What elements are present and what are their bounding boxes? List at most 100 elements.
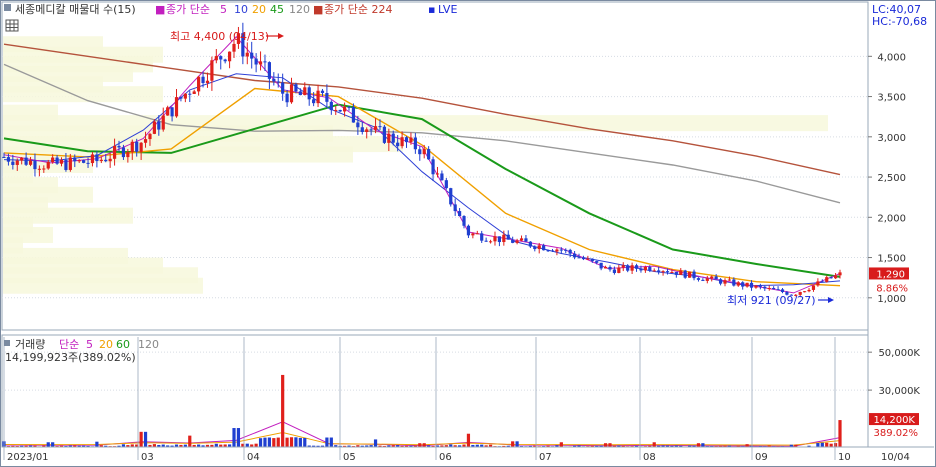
volume-bar [267,437,271,447]
candle-body [453,204,457,212]
x-tick-label: 2023/01 [7,452,49,463]
volume-bar [373,439,378,447]
volume-bar [559,442,563,447]
candle-body [648,266,652,271]
candle-body [2,156,6,158]
volume-bar [696,443,701,447]
ma-120: 120 [289,3,310,16]
stock-chart[interactable]: 4,000 3,500 3,000 2,500 2,000 1,500 1,000 1,290… [0,0,936,467]
candle-body [329,101,333,111]
volume-bar [289,437,294,447]
lve-label: LVE [438,3,457,16]
candle-body [630,265,634,271]
candle-body [568,249,572,254]
volume-bar [701,443,705,447]
volume-bar [188,435,192,447]
candle-body [617,267,621,273]
candle-body [307,87,311,100]
candle-body [356,122,360,128]
x-tick-label: 03 [141,452,154,463]
x-tick-label: 05 [343,452,356,463]
candle-body [179,97,183,99]
vol-ma-60: 60 [116,338,130,351]
candle-body [661,271,665,273]
candle-body [811,285,816,290]
candle-body [188,93,192,95]
candle-body [108,158,112,162]
candle-body [488,241,493,243]
volume-bar [820,442,824,447]
volume-bar [143,431,148,447]
candle-body [683,270,687,278]
candle-body [82,160,86,163]
candle-body [692,271,696,279]
candle-body [232,43,236,52]
volume-bar [816,443,820,447]
volume-bar [833,443,838,447]
candle-body [214,56,218,61]
candle-body [422,149,426,155]
candle-body [550,250,555,252]
candle-body [466,225,471,236]
candle-body [197,76,201,92]
current-price-label: 1,290 [876,269,905,280]
candle-body [303,87,307,96]
change-pct-label: 8.86% [876,283,908,294]
volume-profile-bar [3,86,163,103]
stock-name[interactable]: 세종메디칼 매물대 수(15) [15,3,136,16]
candle-body [718,279,723,284]
low-label: 최저 921 (09/27) [727,294,816,307]
candle-body [289,84,294,103]
candle-body [829,277,833,279]
candle-body [559,249,563,251]
volume-bar [51,442,55,447]
candle-body [166,107,170,116]
svg-text:▪: ▪ [428,3,435,16]
candle-body [272,78,276,82]
candle-body [312,99,316,104]
volume-tick-label: 30,000K [878,386,920,397]
candle-body [130,141,134,153]
candle-body [612,269,617,273]
price-tick-label: 2,500 [877,173,906,184]
candle-body [152,121,156,134]
candle-body [95,154,99,162]
candle-body [11,161,15,165]
volume-bar [272,438,276,447]
candle-body [440,173,444,181]
candle-body [590,258,594,262]
legend-marker-icon [4,4,11,11]
candle-body [674,271,678,275]
volume-bar [838,420,842,447]
candle-body [639,268,643,271]
candle-body [135,141,139,152]
candle-body [533,246,537,250]
vol-ma-5: 5 [86,338,93,351]
candle-body [320,90,325,93]
price-axis-area [868,2,934,447]
candle-body [294,84,298,92]
volume-ma-title: 단순 [59,338,79,351]
candle-body [24,157,28,165]
candle-body [104,159,108,162]
price-tick-label: 2,000 [877,213,906,224]
candle-body [581,257,586,260]
candle-body [20,157,24,161]
x-tick-label: 07 [539,452,552,463]
volume-bar [281,374,285,447]
ma-224: 종가 단순 224 [324,3,392,16]
table-icon[interactable] [5,19,19,32]
candle-body [820,281,824,283]
volume-bar [232,428,236,447]
candle-body [143,139,148,143]
candle-body [201,76,205,84]
candle-body [15,160,19,165]
volume-bar [245,443,249,447]
candle-body [528,241,532,247]
price-panel[interactable] [1,1,869,331]
candle-body [219,56,223,60]
candle-body [758,285,762,287]
vol-ma-120: 120 [138,338,159,351]
candle-body [369,129,373,131]
candle-body [404,137,409,143]
